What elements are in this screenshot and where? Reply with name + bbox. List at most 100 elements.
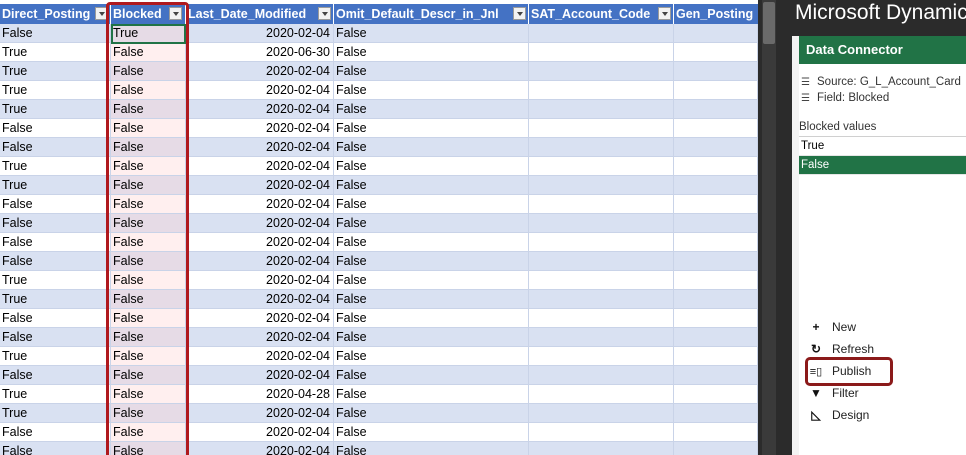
- cell-omit-default-descr[interactable]: False: [334, 119, 529, 137]
- cell-direct-posting[interactable]: True: [0, 404, 111, 422]
- cell-blocked[interactable]: False: [111, 366, 186, 384]
- cell-direct-posting[interactable]: False: [0, 119, 111, 137]
- cell-last-date-modified[interactable]: 2020-02-04: [186, 100, 334, 118]
- cell-gen-posting[interactable]: [674, 24, 758, 42]
- cell-gen-posting[interactable]: [674, 214, 758, 232]
- cell-direct-posting[interactable]: True: [0, 62, 111, 80]
- cell-blocked[interactable]: False: [111, 290, 186, 308]
- cell-blocked[interactable]: False: [111, 404, 186, 422]
- cell-blocked[interactable]: False: [111, 81, 186, 99]
- cell-sat-account-code[interactable]: [529, 157, 674, 175]
- cell-sat-account-code[interactable]: [529, 100, 674, 118]
- cell-last-date-modified[interactable]: 2020-02-04: [186, 157, 334, 175]
- cell-omit-default-descr[interactable]: False: [334, 214, 529, 232]
- cell-last-date-modified[interactable]: 2020-02-04: [186, 24, 334, 42]
- cell-blocked[interactable]: True: [111, 24, 186, 42]
- cell-gen-posting[interactable]: [674, 423, 758, 441]
- cell-direct-posting[interactable]: False: [0, 423, 111, 441]
- cell-last-date-modified[interactable]: 2020-02-04: [186, 81, 334, 99]
- cell-direct-posting[interactable]: True: [0, 157, 111, 175]
- cell-direct-posting[interactable]: True: [0, 385, 111, 403]
- cell-blocked[interactable]: False: [111, 214, 186, 232]
- cell-last-date-modified[interactable]: 2020-02-04: [186, 290, 334, 308]
- filter-dropdown-icon[interactable]: [513, 7, 526, 20]
- cell-gen-posting[interactable]: [674, 290, 758, 308]
- cell-gen-posting[interactable]: [674, 81, 758, 99]
- cell-direct-posting[interactable]: False: [0, 195, 111, 213]
- cell-direct-posting[interactable]: False: [0, 214, 111, 232]
- cell-gen-posting[interactable]: [674, 271, 758, 289]
- cell-blocked[interactable]: False: [111, 309, 186, 327]
- cell-sat-account-code[interactable]: [529, 366, 674, 384]
- cell-blocked[interactable]: False: [111, 442, 186, 455]
- cell-sat-account-code[interactable]: [529, 24, 674, 42]
- cell-last-date-modified[interactable]: 2020-02-04: [186, 271, 334, 289]
- new-command[interactable]: + New: [807, 317, 856, 337]
- cell-direct-posting[interactable]: False: [0, 366, 111, 384]
- cell-omit-default-descr[interactable]: False: [334, 385, 529, 403]
- cell-last-date-modified[interactable]: 2020-02-04: [186, 62, 334, 80]
- cell-gen-posting[interactable]: [674, 309, 758, 327]
- header-omit-default-descr[interactable]: Omit_Default_Descr_in_Jnl: [334, 4, 529, 24]
- header-last-date-modified[interactable]: Last_Date_Modified: [186, 4, 334, 24]
- cell-blocked[interactable]: False: [111, 423, 186, 441]
- cell-gen-posting[interactable]: [674, 43, 758, 61]
- cell-sat-account-code[interactable]: [529, 233, 674, 251]
- cell-direct-posting[interactable]: False: [0, 309, 111, 327]
- cell-direct-posting[interactable]: True: [0, 100, 111, 118]
- cell-gen-posting[interactable]: [674, 233, 758, 251]
- filter-command[interactable]: ▼ Filter: [807, 383, 859, 403]
- cell-gen-posting[interactable]: [674, 347, 758, 365]
- cell-omit-default-descr[interactable]: False: [334, 366, 529, 384]
- cell-blocked[interactable]: False: [111, 100, 186, 118]
- cell-gen-posting[interactable]: [674, 138, 758, 156]
- cell-sat-account-code[interactable]: [529, 271, 674, 289]
- cell-gen-posting[interactable]: [674, 176, 758, 194]
- cell-omit-default-descr[interactable]: False: [334, 309, 529, 327]
- cell-blocked[interactable]: False: [111, 43, 186, 61]
- header-gen-posting[interactable]: Gen_Posting: [674, 4, 758, 24]
- cell-sat-account-code[interactable]: [529, 423, 674, 441]
- cell-last-date-modified[interactable]: 2020-02-04: [186, 423, 334, 441]
- cell-last-date-modified[interactable]: 2020-02-04: [186, 404, 334, 422]
- vertical-scrollbar[interactable]: [762, 0, 776, 455]
- value-option-true[interactable]: True: [799, 137, 966, 156]
- cell-sat-account-code[interactable]: [529, 442, 674, 455]
- cell-sat-account-code[interactable]: [529, 252, 674, 270]
- cell-sat-account-code[interactable]: [529, 290, 674, 308]
- scrollbar-thumb[interactable]: [763, 2, 775, 44]
- cell-gen-posting[interactable]: [674, 195, 758, 213]
- cell-blocked[interactable]: False: [111, 271, 186, 289]
- cell-direct-posting[interactable]: False: [0, 328, 111, 346]
- cell-blocked[interactable]: False: [111, 252, 186, 270]
- cell-omit-default-descr[interactable]: False: [334, 404, 529, 422]
- cell-omit-default-descr[interactable]: False: [334, 81, 529, 99]
- cell-sat-account-code[interactable]: [529, 385, 674, 403]
- cell-direct-posting[interactable]: False: [0, 252, 111, 270]
- cell-blocked[interactable]: False: [111, 233, 186, 251]
- cell-direct-posting[interactable]: False: [0, 233, 111, 251]
- cell-omit-default-descr[interactable]: False: [334, 43, 529, 61]
- cell-omit-default-descr[interactable]: False: [334, 195, 529, 213]
- cell-omit-default-descr[interactable]: False: [334, 328, 529, 346]
- cell-blocked[interactable]: False: [111, 347, 186, 365]
- cell-direct-posting[interactable]: False: [0, 138, 111, 156]
- cell-omit-default-descr[interactable]: False: [334, 347, 529, 365]
- cell-last-date-modified[interactable]: 2020-04-28: [186, 385, 334, 403]
- cell-direct-posting[interactable]: True: [0, 290, 111, 308]
- header-blocked[interactable]: Blocked: [111, 4, 186, 24]
- cell-gen-posting[interactable]: [674, 366, 758, 384]
- cell-blocked[interactable]: False: [111, 119, 186, 137]
- cell-omit-default-descr[interactable]: False: [334, 233, 529, 251]
- cell-omit-default-descr[interactable]: False: [334, 252, 529, 270]
- cell-blocked[interactable]: False: [111, 157, 186, 175]
- cell-gen-posting[interactable]: [674, 252, 758, 270]
- cell-blocked[interactable]: False: [111, 176, 186, 194]
- cell-sat-account-code[interactable]: [529, 43, 674, 61]
- cell-gen-posting[interactable]: [674, 100, 758, 118]
- cell-omit-default-descr[interactable]: False: [334, 62, 529, 80]
- cell-gen-posting[interactable]: [674, 62, 758, 80]
- cell-gen-posting[interactable]: [674, 328, 758, 346]
- header-sat-account-code[interactable]: SAT_Account_Code: [529, 4, 674, 24]
- cell-last-date-modified[interactable]: 2020-02-04: [186, 119, 334, 137]
